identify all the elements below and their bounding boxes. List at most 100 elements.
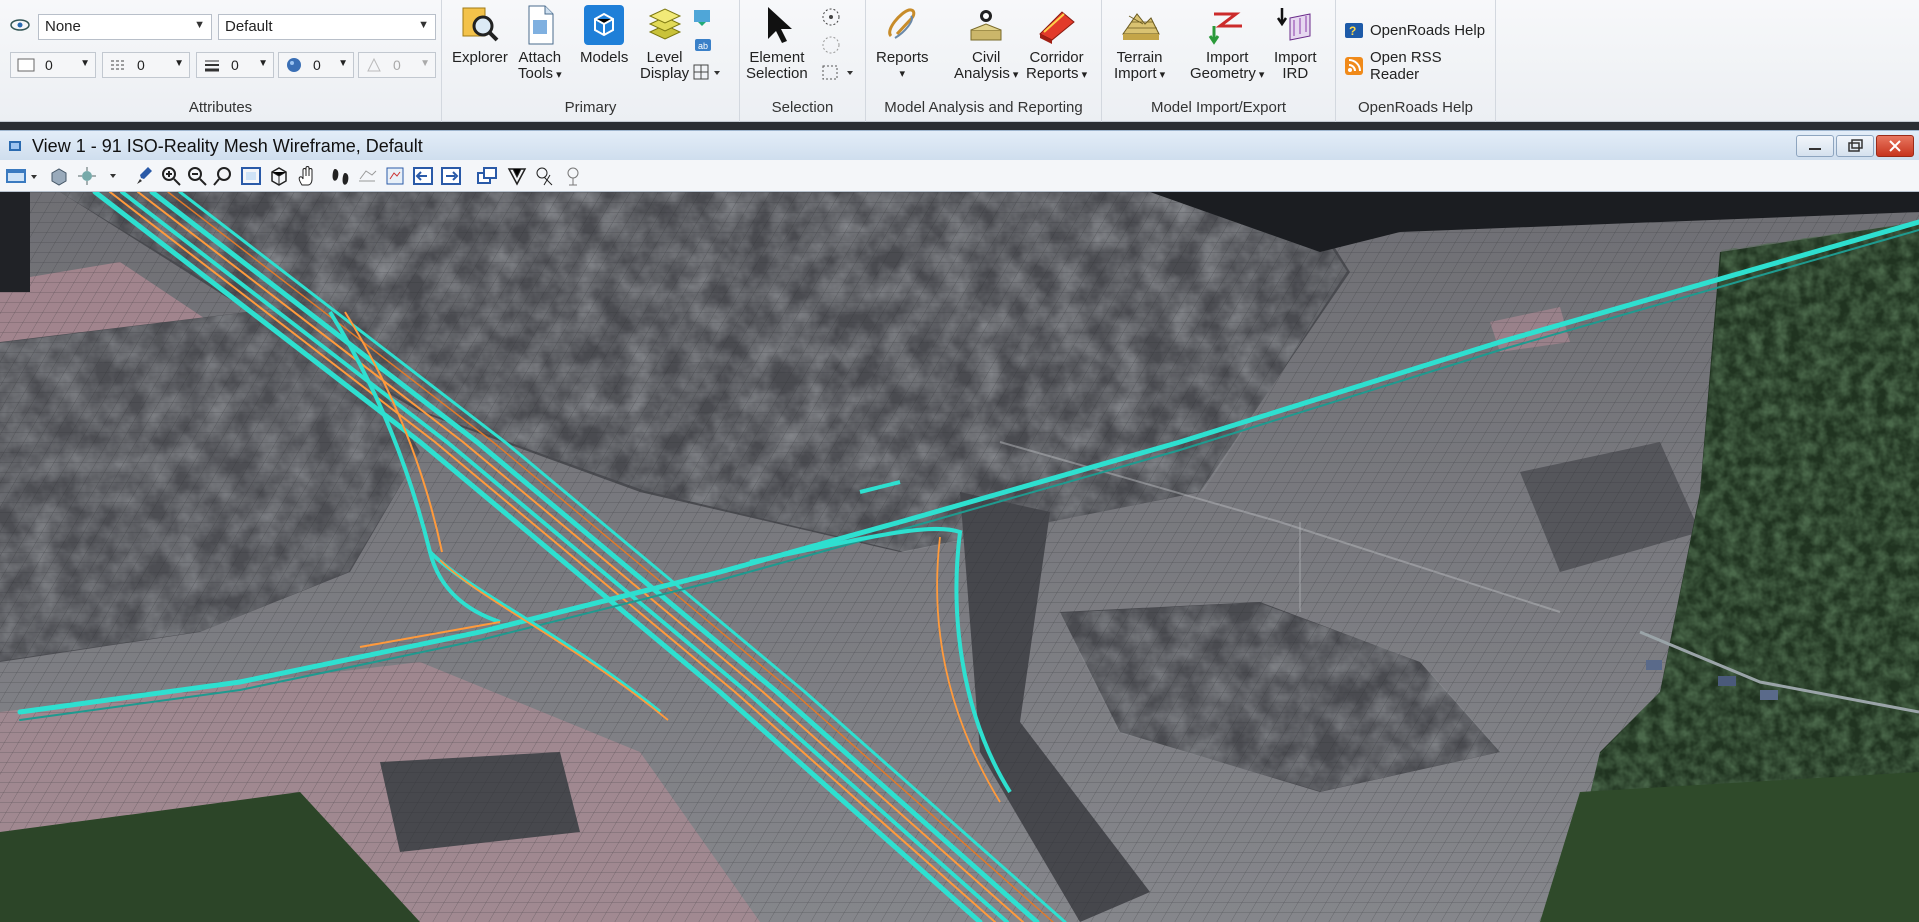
attach-tools-icon	[528, 5, 554, 45]
element-selection-label-1: Element	[749, 49, 805, 66]
brush-icon[interactable]	[134, 165, 156, 187]
house	[1718, 676, 1736, 686]
clip-volume-icon[interactable]	[506, 165, 528, 187]
view-attributes-icon[interactable]	[4, 165, 40, 187]
primary-group-label: Primary	[564, 99, 617, 116]
view-title-bar[interactable]: View 1 - 91 ISO-Reality Mesh Wireframe, …	[0, 130, 1919, 160]
import-geometry-label-1: Import	[1205, 49, 1249, 66]
fit-view-icon[interactable]	[240, 165, 262, 187]
chevron-down-icon: ▼	[80, 58, 90, 69]
attach-tools-label-1: Attach	[518, 49, 562, 66]
minimize-button[interactable]	[1796, 135, 1834, 157]
element-selection-button[interactable]: Element Selection	[746, 4, 808, 82]
rotate-view-icon[interactable]	[268, 165, 290, 187]
attributes-group-label: Attributes	[188, 99, 253, 116]
grass-field	[1540, 772, 1919, 922]
level-select[interactable]: None ▼	[38, 14, 212, 40]
svg-text:ab: ab	[698, 41, 708, 51]
zoom-in-icon[interactable]	[160, 165, 182, 187]
circle-select-icon[interactable]	[820, 34, 842, 56]
models-label: Models	[580, 49, 629, 66]
linestyle-icon	[109, 57, 127, 73]
attach-tools-button[interactable]: Attach Tools	[518, 4, 562, 83]
chevron-down-icon: ▼	[174, 58, 184, 69]
ribbon: None ▼ Default ▼ 0 ▼ 0 ▼ 0 ▼ 0 ▼ 0 ▼ Attributes	[0, 0, 1919, 122]
crosshair-icon[interactable]	[820, 6, 842, 28]
selection-group-label: Selection	[771, 99, 834, 116]
chevron-down-icon: ▼	[420, 58, 430, 69]
small-tool-icon[interactable]	[692, 6, 714, 28]
civil-analysis-icon	[970, 10, 1002, 41]
weight-value: 0	[231, 57, 239, 73]
style-value: Default	[225, 18, 273, 35]
color-icon	[17, 57, 35, 73]
help-icon: ?	[1345, 23, 1363, 38]
terrain-import-button[interactable]: Terrain Import	[1114, 4, 1165, 83]
camera-icon[interactable]	[562, 165, 584, 187]
rectangle-select-icon[interactable]	[820, 62, 860, 84]
restore-button[interactable]	[1836, 135, 1874, 157]
level-icon	[10, 18, 30, 32]
attach-tools-label-2: Tools	[518, 66, 562, 83]
previous-view-icon[interactable]	[356, 165, 378, 187]
grid-icon[interactable]	[692, 62, 722, 84]
house	[1760, 690, 1778, 700]
reports-button[interactable]: Reports ▾	[876, 4, 929, 82]
models-button[interactable]: Models	[580, 4, 628, 66]
color-picker[interactable]: 0 ▼	[10, 52, 96, 78]
pan-hand-icon[interactable]	[296, 165, 318, 187]
openroads-help-button[interactable]: ? OpenRoads Help	[1344, 20, 1485, 40]
linestyle-picker[interactable]: 0 ▼	[102, 52, 190, 78]
class-value: 0	[313, 57, 321, 73]
view-window-icon	[8, 139, 22, 153]
previous-icon[interactable]	[412, 165, 434, 187]
display-style-icon[interactable]	[48, 165, 70, 187]
small-tool-icon[interactable]: ab	[692, 34, 714, 56]
chevron-down-icon: ▼	[194, 19, 205, 31]
open-rss-reader-button[interactable]: Open RSS Reader	[1344, 49, 1495, 83]
next-icon[interactable]	[440, 165, 462, 187]
lighting-icon[interactable]	[76, 165, 120, 187]
style-select[interactable]: Default ▼	[218, 14, 436, 40]
chevron-down-icon: ▼	[418, 19, 429, 31]
import-ird-label-2: IRD	[1282, 65, 1309, 82]
import-geometry-button[interactable]: Import Geometry	[1190, 4, 1264, 83]
linestyle-value: 0	[137, 57, 145, 73]
reports-label: Reports	[876, 49, 929, 66]
view-title: View 1 - 91 ISO-Reality Mesh Wireframe, …	[32, 136, 423, 156]
window-area-icon[interactable]	[212, 165, 234, 187]
explorer-label: Explorer	[452, 49, 508, 66]
help-group-label: OpenRoads Help	[1357, 99, 1474, 116]
import-geometry-label-2: Geometry	[1190, 66, 1264, 83]
cursor-arrow-icon	[767, 7, 792, 43]
close-button[interactable]	[1876, 135, 1914, 157]
clip-mask-icon[interactable]	[534, 165, 556, 187]
weight-picker[interactable]: 0 ▼	[196, 52, 274, 78]
transparency-picker[interactable]: 0 ▼	[358, 52, 436, 78]
view-3d-viewport[interactable]	[0, 192, 1919, 922]
analysis-group: Reports ▾ Civil Analysis Corridor Report…	[866, 0, 1102, 122]
civil-analysis-button[interactable]: Civil Analysis	[954, 4, 1018, 83]
level-display-icon	[648, 8, 681, 40]
corridor-reports-icon	[1038, 11, 1075, 44]
view-toolbar	[0, 160, 1919, 192]
import-ird-button[interactable]: Import IRD	[1274, 4, 1317, 82]
corridor-reports-label-2: Reports	[1026, 66, 1087, 83]
zoom-out-icon[interactable]	[186, 165, 208, 187]
rss-icon	[1345, 57, 1363, 75]
view-rotation-icon[interactable]	[384, 165, 406, 187]
corridor-reports-button[interactable]: Corridor Reports	[1026, 4, 1087, 83]
civil-analysis-label-2: Analysis	[954, 66, 1018, 83]
copy-view-icon[interactable]	[476, 165, 498, 187]
reports-icon	[888, 8, 916, 39]
level-display-label-1: Level	[646, 49, 683, 66]
corridor-reports-label-1: Corridor	[1029, 49, 1084, 66]
explorer-button[interactable]: Explorer	[452, 4, 508, 66]
walk-icon[interactable]	[330, 165, 352, 187]
import-geometry-icon	[1208, 12, 1243, 45]
class-picker[interactable]: 0 ▼	[278, 52, 354, 78]
viewport-edge	[0, 192, 30, 292]
selection-group: Element Selection Selection	[740, 0, 866, 122]
level-display-button[interactable]: Level Display	[640, 4, 689, 82]
svg-text:?: ?	[1349, 24, 1356, 38]
